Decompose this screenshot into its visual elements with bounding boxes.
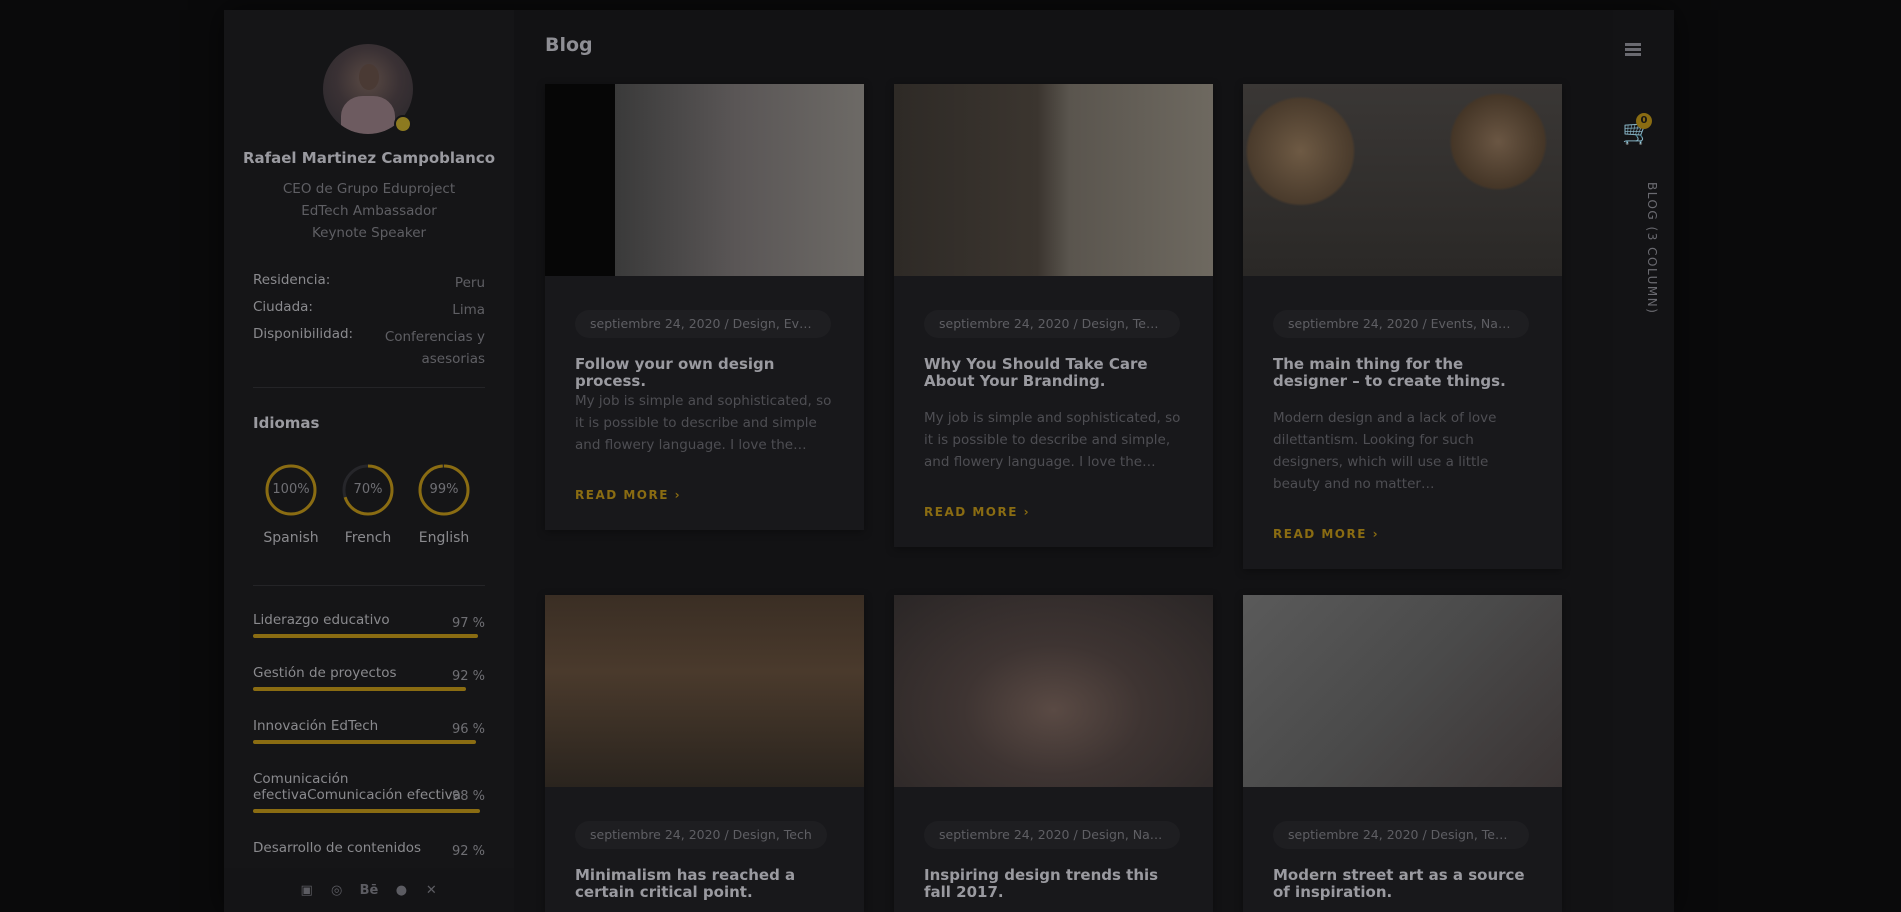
blog-card[interactable]: septiembre 24, 2020 / Design, Tech Minim… — [545, 595, 864, 912]
post-image[interactable] — [545, 84, 864, 276]
skill-bar — [253, 740, 476, 744]
skill-name: Gestión de proyectos — [253, 665, 397, 681]
language-percent: 99% — [429, 482, 459, 497]
language-percent: 100% — [272, 482, 310, 497]
skill-percent: 97 % — [451, 616, 485, 631]
language-french: 70% French — [335, 462, 401, 546]
info-value: Conferencias y asesorias — [384, 329, 485, 367]
info-sidebar: Rafael Martinez Campoblanco CEO de Grupo… — [224, 10, 514, 912]
github-icon[interactable]: ● — [394, 883, 408, 898]
role-line: CEO de Grupo Eduproject — [282, 181, 456, 197]
linkedin-icon[interactable]: ▣ — [300, 883, 314, 898]
x-icon[interactable]: ✕ — [424, 883, 438, 898]
post-meta: septiembre 24, 2020 / Design, Tech... — [924, 310, 1180, 338]
post-title[interactable]: Modern street art as a source of inspira… — [1273, 867, 1531, 901]
skill-bar — [253, 687, 466, 691]
menu-icon[interactable] — [1625, 43, 1641, 57]
behance-icon[interactable]: Bē — [360, 883, 379, 898]
blog-card[interactable]: septiembre 24, 2020 / Design, Events Fol… — [545, 84, 864, 530]
language-percent: 70% — [353, 482, 383, 497]
post-excerpt: My job is simple and sophisticated, so i… — [924, 410, 1181, 470]
skill-percent: 92 % — [451, 844, 485, 859]
role-line: Keynote Speaker — [311, 225, 427, 241]
skill-bar — [253, 809, 480, 813]
post-title[interactable]: Why You Should Take Care About Your Bran… — [924, 356, 1182, 390]
app-window: Rafael Martinez Campoblanco CEO de Grupo… — [224, 10, 1674, 912]
skill-item: Liderazgo educativo 97 % — [253, 612, 485, 638]
language-name: French — [344, 530, 392, 546]
languages-title: Idiomas — [253, 414, 320, 432]
read-more-link[interactable]: READ MORE › — [924, 505, 1030, 519]
post-image[interactable] — [545, 595, 864, 787]
skill-bar — [253, 634, 478, 638]
post-excerpt: My job is simple and sophisticated, so i… — [575, 393, 832, 453]
skill-percent: 92 % — [451, 669, 485, 684]
skill-name: Liderazgo educativo — [253, 612, 390, 628]
divider — [253, 387, 485, 388]
post-image[interactable] — [894, 84, 1213, 276]
post-title[interactable]: Follow your own design process. — [575, 356, 833, 390]
post-meta: septiembre 24, 2020 / Design, Nature — [924, 821, 1180, 849]
post-excerpt: Modern design and a lack of love diletta… — [1273, 410, 1497, 492]
language-english: 99% English — [411, 462, 477, 546]
post-title[interactable]: The main thing for the designer – to cre… — [1273, 356, 1531, 390]
skill-item: Comunicación efectivaComunicación efecti… — [253, 771, 485, 813]
post-image[interactable] — [1243, 84, 1562, 276]
info-value: Lima — [452, 302, 485, 318]
social-links: ▣ ◎ Bē ● ✕ — [224, 868, 514, 912]
post-image[interactable] — [1243, 595, 1562, 787]
skill-name: Innovación EdTech — [253, 718, 379, 734]
skill-item: Desarrollo de contenidos 92 % — [253, 840, 485, 859]
post-title[interactable]: Minimalism has reached a certain critica… — [575, 867, 833, 901]
online-status-dot — [394, 115, 412, 133]
skill-item: Gestión de proyectos 92 % — [253, 665, 485, 691]
current-page-label: BLOG (3 COLUMN) — [1645, 182, 1659, 315]
post-meta: septiembre 24, 2020 / Design, Events — [575, 310, 831, 338]
cart-count-badge: 0 — [1636, 113, 1652, 129]
post-title[interactable]: Inspiring design trends this fall 2017. — [924, 867, 1182, 901]
post-meta: septiembre 24, 2020 / Design, Tech... — [1273, 821, 1529, 849]
skill-name: Desarrollo de contenidos — [253, 840, 422, 856]
blog-card[interactable]: septiembre 24, 2020 / Design, Tech... Mo… — [1243, 595, 1562, 912]
info-key: Disponibilidad: — [253, 326, 354, 342]
post-image[interactable] — [894, 595, 1213, 787]
dribbble-icon[interactable]: ◎ — [330, 883, 344, 898]
info-value: Peru — [454, 275, 485, 291]
profile-name: Rafael Martinez Campoblanco — [242, 149, 496, 167]
language-spanish: 100% Spanish — [258, 462, 324, 546]
info-key: Residencia: — [253, 272, 331, 288]
info-key: Ciudada: — [253, 299, 313, 315]
read-more-link[interactable]: READ MORE › — [575, 488, 681, 502]
blog-card[interactable]: septiembre 24, 2020 / Design, Nature Ins… — [894, 595, 1213, 912]
post-meta: septiembre 24, 2020 / Events, Nature — [1273, 310, 1529, 338]
page-title: Blog — [545, 34, 593, 56]
profile-roles: CEO de Grupo Eduproject EdTech Ambassado… — [224, 178, 514, 244]
language-name: English — [418, 530, 470, 546]
read-more-link[interactable]: READ MORE › — [1273, 527, 1379, 541]
skill-percent: 98 % — [451, 789, 485, 804]
post-meta: septiembre 24, 2020 / Design, Tech — [575, 821, 827, 849]
divider — [253, 585, 485, 586]
language-name: Spanish — [263, 530, 319, 546]
skill-item: Innovación EdTech 96 % — [253, 718, 485, 744]
blog-card[interactable]: septiembre 24, 2020 / Design, Tech... Wh… — [894, 84, 1213, 547]
blog-card[interactable]: septiembre 24, 2020 / Events, Nature The… — [1243, 84, 1562, 569]
skill-name: Comunicación efectivaComunicación efecti… — [253, 771, 461, 803]
skill-percent: 96 % — [451, 722, 485, 737]
role-line: EdTech Ambassador — [301, 203, 437, 219]
